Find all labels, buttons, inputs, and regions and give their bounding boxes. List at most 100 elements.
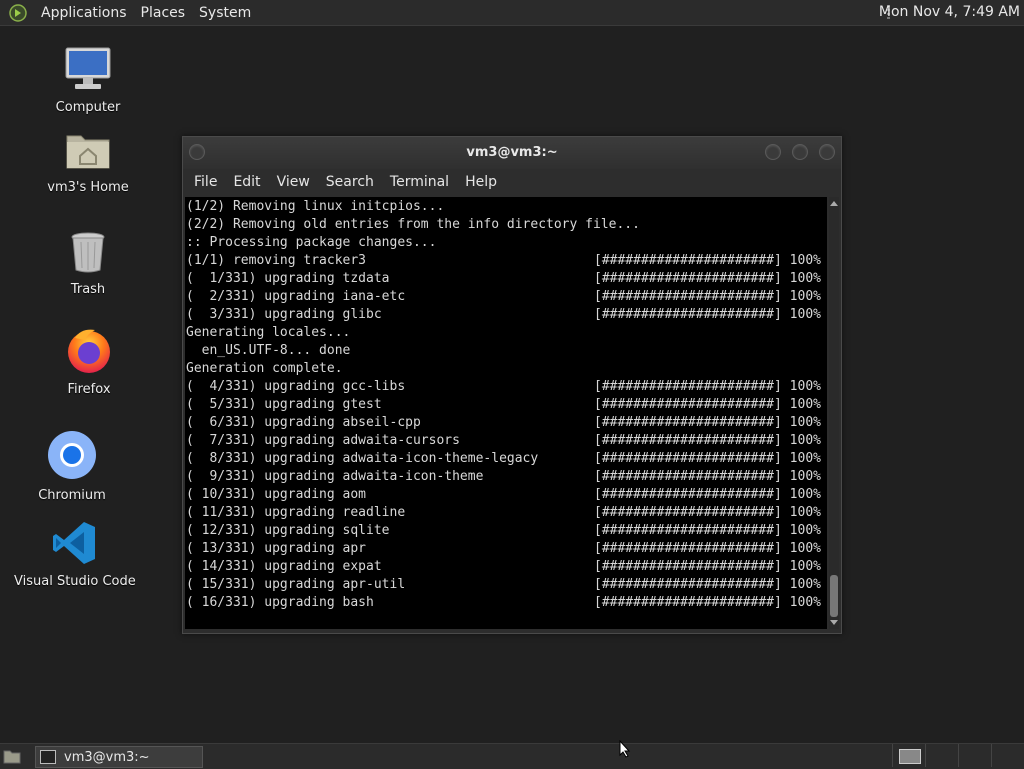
terminal-line-text: Generating locales... xyxy=(186,325,351,340)
terminal-line-text: (2/2) Removing old entries from the info… xyxy=(186,217,640,232)
maximize-button[interactable] xyxy=(792,144,808,160)
minimize-button[interactable] xyxy=(765,144,781,160)
progress-bar-text: [######################] 100% xyxy=(594,253,821,268)
terminal-line-text: ( 10/331) upgrading aom xyxy=(186,487,367,502)
terminal-line-text: ( 3/331) upgrading glibc xyxy=(186,307,382,322)
terminal-line: ( 6/331) upgrading abseil-cpp [##########… xyxy=(186,414,827,432)
workspace-1[interactable] xyxy=(892,744,925,767)
taskbar-window-button[interactable]: vm3@vm3:~ xyxy=(35,746,203,768)
terminal-line-text: ( 1/331) upgrading tzdata xyxy=(186,271,390,286)
computer-icon xyxy=(65,47,111,89)
terminal-scrollbar[interactable] xyxy=(829,197,839,629)
terminal-line-text: ( 12/331) upgrading sqlite xyxy=(186,523,390,538)
desktop-icon-chromium[interactable]: Chromium xyxy=(32,430,112,503)
terminal-line: (1/2) Removing linux initcpios... xyxy=(186,198,827,216)
terminal-line-text: ( 16/331) upgrading bash xyxy=(186,595,374,610)
terminal-line: :: Processing package changes... xyxy=(186,234,827,252)
terminal-line: ( 7/331) upgrading adwaita-cursors [#####… xyxy=(186,432,827,450)
terminal-line: ( 5/331) upgrading gtest [###############… xyxy=(186,396,827,414)
terminal-line-text: :: Processing package changes... xyxy=(186,235,437,250)
terminal-line-text: ( 4/331) upgrading gcc-libs xyxy=(186,379,406,394)
workspace-3[interactable] xyxy=(958,744,991,767)
bottom-panel: vm3@vm3:~ xyxy=(0,743,1024,769)
firefox-icon xyxy=(68,329,110,373)
progress-bar-text: [######################] 100% xyxy=(594,397,821,412)
workspace-2[interactable] xyxy=(925,744,958,767)
progress-bar-text: [######################] 100% xyxy=(594,505,821,520)
terminal-line-text: ( 15/331) upgrading apr-util xyxy=(186,577,406,592)
terminal-line-text: ( 5/331) upgrading gtest xyxy=(186,397,382,412)
chromium-icon xyxy=(48,431,96,479)
menu-edit[interactable]: Edit xyxy=(225,174,268,190)
progress-bar-text: [######################] 100% xyxy=(594,307,821,322)
terminal-lines: (1/2) Removing linux initcpios... (2/2) R… xyxy=(185,197,827,612)
trash-icon xyxy=(71,232,105,273)
terminal-line-text: ( 7/331) upgrading adwaita-cursors xyxy=(186,433,460,448)
menu-view[interactable]: View xyxy=(269,174,318,190)
close-button[interactable] xyxy=(819,144,835,160)
show-desktop-icon[interactable] xyxy=(3,748,21,764)
places-menu[interactable]: Places xyxy=(134,5,193,21)
desktop-icon-firefox[interactable]: Firefox xyxy=(49,326,129,397)
desktop-icon-computer[interactable]: Computer xyxy=(43,46,133,115)
terminal-output[interactable]: (1/2) Removing linux initcpios... (2/2) R… xyxy=(185,197,827,629)
progress-bar-text: [######################] 100% xyxy=(594,415,821,430)
progress-bar-text: [######################] 100% xyxy=(594,595,821,610)
desktop-icon-home[interactable]: vm3's Home xyxy=(38,128,138,195)
progress-bar-text: [######################] 100% xyxy=(594,451,821,466)
scrollbar-thumb[interactable] xyxy=(830,575,838,617)
terminal-line: ( 1/331) upgrading tzdata [##############… xyxy=(186,270,827,288)
terminal-line-text: ( 2/331) upgrading iana-etc xyxy=(186,289,406,304)
menu-help[interactable]: Help xyxy=(457,174,505,190)
desktop-icon-label: Computer xyxy=(55,100,121,115)
workspace-switcher xyxy=(892,744,1024,769)
desktop-icon-trash[interactable]: Trash xyxy=(48,230,128,297)
terminal-line: ( 16/331) upgrading bash [###############… xyxy=(186,594,827,612)
progress-bar-text: [######################] 100% xyxy=(594,271,821,286)
window-titlebar[interactable]: vm3@vm3:~ xyxy=(183,137,841,169)
terminal-icon xyxy=(40,750,56,764)
progress-bar-text: [######################] 100% xyxy=(594,379,821,394)
workspace-4[interactable] xyxy=(991,744,1024,767)
terminal-line-text: ( 14/331) upgrading expat xyxy=(186,559,382,574)
desktop-icon-vscode[interactable]: Visual Studio Code xyxy=(14,520,136,589)
clock[interactable]: Mon Nov 4, 7:49 AM xyxy=(879,4,1020,20)
terminal-line-text: ( 13/331) upgrading apr xyxy=(186,541,367,556)
top-panel: Applications Places System Mon Nov 4, 7:… xyxy=(0,0,1024,26)
window-title: vm3@vm3:~ xyxy=(466,145,558,160)
terminal-line: en_US.UTF-8... done xyxy=(186,342,827,360)
terminal-menubar: File Edit View Search Terminal Help xyxy=(183,169,841,195)
terminal-line: ( 2/331) upgrading iana-etc [############… xyxy=(186,288,827,306)
terminal-line: ( 13/331) upgrading apr [################… xyxy=(186,540,827,558)
desktop-icon-label: Chromium xyxy=(38,488,106,503)
distro-logo-icon[interactable] xyxy=(9,3,27,22)
desktop-icon-label: Firefox xyxy=(67,382,111,397)
menu-search[interactable]: Search xyxy=(318,174,382,190)
progress-bar-text: [######################] 100% xyxy=(594,469,821,484)
terminal-line: (2/2) Removing old entries from the info… xyxy=(186,216,827,234)
desktop-icon-label: vm3's Home xyxy=(47,180,129,195)
terminal-line: Generation complete. xyxy=(186,360,827,378)
menu-file[interactable]: File xyxy=(186,174,225,190)
scroll-up-arrow-icon[interactable] xyxy=(830,201,838,206)
terminal-line-text: ( 9/331) upgrading adwaita-icon-theme xyxy=(186,469,484,484)
menu-terminal[interactable]: Terminal xyxy=(382,174,457,190)
progress-bar-text: [######################] 100% xyxy=(594,541,821,556)
terminal-line: Generating locales... xyxy=(186,324,827,342)
taskbar-window-label: vm3@vm3:~ xyxy=(64,749,150,765)
applications-menu[interactable]: Applications xyxy=(34,5,134,21)
terminal-line: ( 14/331) upgrading expat [##############… xyxy=(186,558,827,576)
terminal-line-text: (1/1) removing tracker3 xyxy=(186,253,367,268)
progress-bar-text: [######################] 100% xyxy=(594,289,821,304)
terminal-line: ( 3/331) upgrading glibc [###############… xyxy=(186,306,827,324)
terminal-line: ( 15/331) upgrading apr-util [###########… xyxy=(186,576,827,594)
scroll-down-arrow-icon[interactable] xyxy=(830,620,838,625)
system-menu[interactable]: System xyxy=(192,5,258,21)
terminal-line-text: ( 8/331) upgrading adwaita-icon-theme-le… xyxy=(186,451,539,466)
terminal-line: ( 12/331) upgrading sqlite [#############… xyxy=(186,522,827,540)
desktop-icon-label: Visual Studio Code xyxy=(14,574,136,589)
terminal-line-text: (1/2) Removing linux initcpios... xyxy=(186,199,445,214)
terminal-line-text: en_US.UTF-8... done xyxy=(186,343,351,358)
terminal-line: ( 4/331) upgrading gcc-libs [############… xyxy=(186,378,827,396)
terminal-line: ( 8/331) upgrading adwaita-icon-theme-le… xyxy=(186,450,827,468)
